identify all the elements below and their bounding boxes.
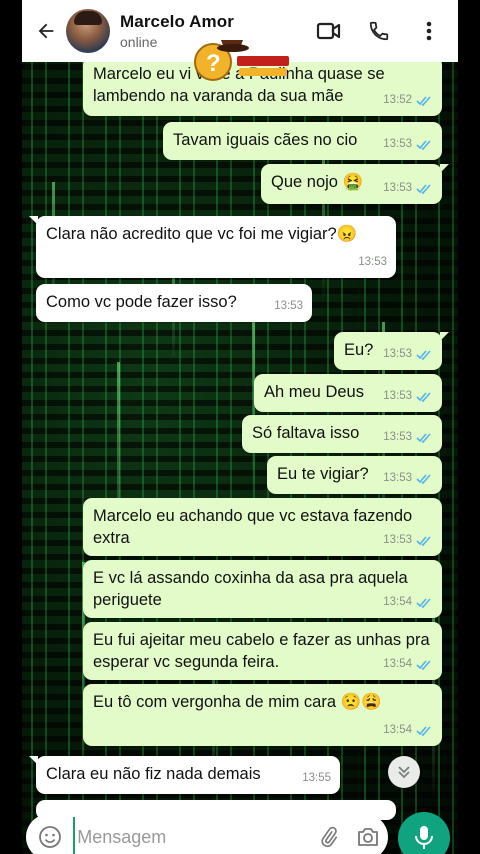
message-text: E vc lá assando coxinha da asa pra aquel… bbox=[93, 569, 408, 609]
message-time: 13:53 bbox=[383, 472, 412, 484]
message-text: Marcelo eu achando que vc estava fazendo… bbox=[93, 507, 413, 547]
message-time: 13:53 bbox=[383, 138, 412, 150]
message-meta: 13:53 bbox=[383, 177, 433, 199]
message-input[interactable] bbox=[73, 817, 310, 854]
message-meta: 13:53 bbox=[383, 529, 433, 551]
contact-name: Marcelo Amor bbox=[120, 12, 234, 31]
message-meta: 13:53 bbox=[383, 133, 433, 155]
message-bubble-outgoing[interactable]: E vc lá assando coxinha da asa pra aquel… bbox=[83, 560, 442, 618]
message-meta: 13:55 bbox=[302, 767, 331, 789]
message-bubble-outgoing[interactable]: Ah meu Deus 13:53 bbox=[254, 374, 442, 412]
message-time: 13:54 bbox=[383, 724, 412, 736]
message-time: 13:53 bbox=[383, 390, 412, 402]
message-list: Marcelo eu vi você a Paulinha quase se l… bbox=[22, 56, 458, 854]
message-meta: 13:53 bbox=[358, 251, 387, 273]
message-bubble-outgoing[interactable]: Tavam iguais cães no cio 13:53 bbox=[163, 122, 442, 160]
back-arrow-icon[interactable] bbox=[26, 4, 66, 58]
message-text: Clara eu não fiz nada demais bbox=[46, 765, 261, 783]
message-time: 13:52 bbox=[383, 94, 412, 106]
message-bubble-outgoing[interactable]: Eu tô com vergonha de mim cara 😟😩 13:54 bbox=[83, 684, 442, 746]
message-meta: 13:54 bbox=[383, 653, 433, 675]
double-check-read-icon bbox=[416, 349, 431, 360]
double-check-read-icon bbox=[416, 659, 431, 670]
message-bubble-outgoing[interactable]: Eu fui ajeitar meu cabelo e fazer as unh… bbox=[83, 622, 442, 680]
message-time: 13:53 bbox=[383, 431, 412, 443]
message-bubble-outgoing[interactable]: Marcelo eu achando que vc estava fazendo… bbox=[83, 498, 442, 556]
double-check-read-icon bbox=[416, 473, 431, 484]
message-meta: 13:53 bbox=[383, 343, 433, 365]
contact-avatar[interactable] bbox=[66, 9, 110, 53]
message-bubble-outgoing[interactable]: Eu te vigiar? 13:53 bbox=[267, 456, 442, 494]
double-check-read-icon bbox=[416, 535, 431, 546]
message-bubble-outgoing[interactable]: Que nojo 🤮 13:53 bbox=[261, 164, 449, 204]
more-vert-icon[interactable] bbox=[404, 4, 454, 58]
left-letterbox bbox=[0, 0, 22, 854]
double-check-read-icon bbox=[416, 139, 431, 150]
video-call-icon[interactable] bbox=[304, 4, 354, 58]
message-meta: 13:53 bbox=[383, 426, 433, 448]
app-frame: Marcelo Amor online ? Marcelo eu vi você… bbox=[0, 0, 480, 854]
message-meta: 13:53 bbox=[383, 385, 433, 407]
message-meta: 13:53 bbox=[383, 467, 433, 489]
double-check-read-icon bbox=[416, 183, 431, 194]
paperclip-icon[interactable] bbox=[309, 817, 348, 854]
message-time: 13:53 bbox=[358, 256, 387, 268]
double-check-read-icon bbox=[416, 432, 431, 443]
right-letterbox bbox=[458, 0, 480, 854]
watermark-logo: ? bbox=[193, 30, 293, 84]
message-bubble-outgoing[interactable]: Só faltava isso 13:53 bbox=[242, 415, 442, 453]
message-time: 13:53 bbox=[383, 348, 412, 360]
emoji-icon[interactable] bbox=[26, 817, 73, 854]
camera-icon[interactable] bbox=[349, 817, 388, 854]
message-time: 13:53 bbox=[274, 300, 303, 312]
message-text: Clara não acredito que vc foi me vigiar?… bbox=[46, 225, 358, 243]
message-bubble-outgoing[interactable]: Eu? 13:53 bbox=[334, 332, 449, 370]
message-time: 13:54 bbox=[383, 658, 412, 670]
message-meta: 13:54 bbox=[383, 591, 433, 613]
svg-text:?: ? bbox=[206, 50, 221, 77]
double-check-read-icon bbox=[416, 725, 431, 736]
message-meta: 13:54 bbox=[383, 719, 433, 741]
message-meta: 13:53 bbox=[274, 295, 303, 317]
double-check-read-icon bbox=[416, 95, 431, 106]
chevron-double-down-icon[interactable] bbox=[388, 756, 420, 788]
message-time: 13:54 bbox=[383, 596, 412, 608]
message-time: 13:55 bbox=[302, 772, 331, 784]
message-bubble-incoming[interactable]: Clara eu não fiz nada demais 13:55 bbox=[29, 756, 340, 794]
double-check-read-icon bbox=[416, 597, 431, 608]
message-bubble-incoming[interactable]: Clara não acredito que vc foi me vigiar?… bbox=[29, 216, 396, 278]
message-meta: 13:52 bbox=[383, 89, 433, 111]
message-text: Eu fui ajeitar meu cabelo e fazer as unh… bbox=[93, 631, 430, 671]
double-check-read-icon bbox=[416, 391, 431, 402]
message-bubble-incoming[interactable]: Como vc pode fazer isso? 13:53 bbox=[36, 284, 312, 322]
message-text: Eu tô com vergonha de mim cara 😟😩 bbox=[93, 693, 382, 711]
message-text: Como vc pode fazer isso? bbox=[46, 293, 237, 311]
header-actions bbox=[304, 4, 454, 58]
phone-call-icon[interactable] bbox=[354, 4, 404, 58]
message-time: 13:53 bbox=[383, 534, 412, 546]
message-time: 13:53 bbox=[383, 182, 412, 194]
message-composer bbox=[26, 814, 388, 854]
